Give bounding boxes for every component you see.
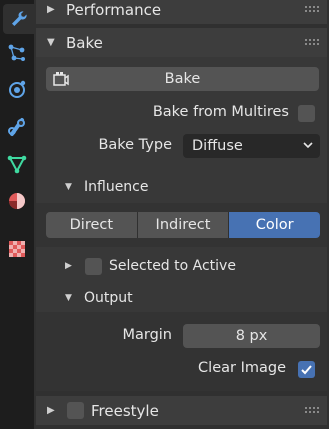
subpanel-selected-to-active-header[interactable]: ▶ Selected to Active (48, 253, 327, 279)
bake-type-select[interactable]: Diffuse (183, 134, 320, 158)
panel-title: Performance (66, 0, 162, 19)
subpanel-title: Selected to Active (109, 258, 236, 274)
freestyle-checkbox[interactable] (67, 402, 84, 419)
tab-physics[interactable] (3, 74, 31, 104)
drag-grip-icon[interactable] (305, 6, 319, 14)
margin-field[interactable]: 8 px (183, 324, 320, 348)
vertex-data-icon (7, 155, 27, 174)
subpanel-title: Output (84, 290, 133, 306)
expand-arrow-icon: ▶ (47, 405, 55, 416)
tab-data[interactable] (3, 149, 31, 179)
subpanel-output-header[interactable]: ▼ Output (48, 285, 327, 311)
collapse-arrow-icon: ▼ (65, 182, 72, 192)
subpanel-influence-header[interactable]: ▼ Influence (48, 174, 327, 200)
clear-image-label: Clear Image (198, 360, 286, 376)
tab-material[interactable] (3, 186, 31, 216)
wrench-icon (11, 11, 27, 26)
physics-icon (9, 80, 26, 98)
margin-value: 8 px (235, 328, 268, 344)
margin-label: Margin (122, 327, 172, 343)
drag-grip-icon[interactable] (305, 39, 319, 47)
collapse-arrow-icon: ▼ (47, 37, 55, 48)
influence-color-button[interactable]: Color (229, 212, 321, 238)
panel-performance-header[interactable]: ▶ Performance (36, 0, 327, 24)
constraints-icon (8, 118, 25, 136)
panel-title: Bake (66, 33, 103, 52)
expand-arrow-icon: ▶ (47, 4, 55, 15)
drag-grip-icon[interactable] (305, 407, 319, 415)
panel-title: Freestyle (91, 401, 159, 420)
tab-texture[interactable] (3, 234, 31, 264)
expand-arrow-icon: ▶ (65, 261, 72, 271)
tab-tool[interactable] (3, 4, 34, 34)
panel-bake-header[interactable]: ▼ Bake (36, 28, 327, 57)
selected-to-active-checkbox[interactable] (85, 257, 102, 275)
bake-button-label: Bake (164, 71, 201, 87)
checker-texture-icon (9, 241, 25, 257)
render-bake-icon (53, 72, 69, 86)
influence-indirect-button[interactable]: Indirect (137, 212, 230, 238)
collapse-arrow-icon: ▼ (65, 293, 72, 303)
material-icon (9, 193, 25, 209)
clear-image-checkbox[interactable] (298, 361, 315, 378)
particles-icon (8, 44, 25, 61)
bake-from-multires-label: Bake from Multires (152, 104, 289, 120)
properties-editor: ▶ Performance ▼ Bake Bake Bake from Mult… (34, 0, 329, 429)
subpanel-title: Influence (84, 179, 149, 195)
tab-constraints[interactable] (3, 112, 31, 142)
bake-type-value: Diffuse (192, 138, 243, 154)
influence-direct-button[interactable]: Direct (46, 212, 138, 238)
chevron-down-icon (303, 142, 313, 149)
properties-tab-strip (0, 0, 34, 429)
check-icon (301, 365, 312, 375)
tab-particles[interactable] (3, 38, 31, 68)
influence-segmented-control: Direct Indirect Color (46, 212, 321, 238)
panel-freestyle-header[interactable]: ▶ Freestyle (36, 396, 327, 425)
bake-type-label: Bake Type (98, 137, 172, 153)
bake-from-multires-checkbox[interactable] (298, 105, 315, 122)
bake-button[interactable]: Bake (46, 67, 319, 91)
